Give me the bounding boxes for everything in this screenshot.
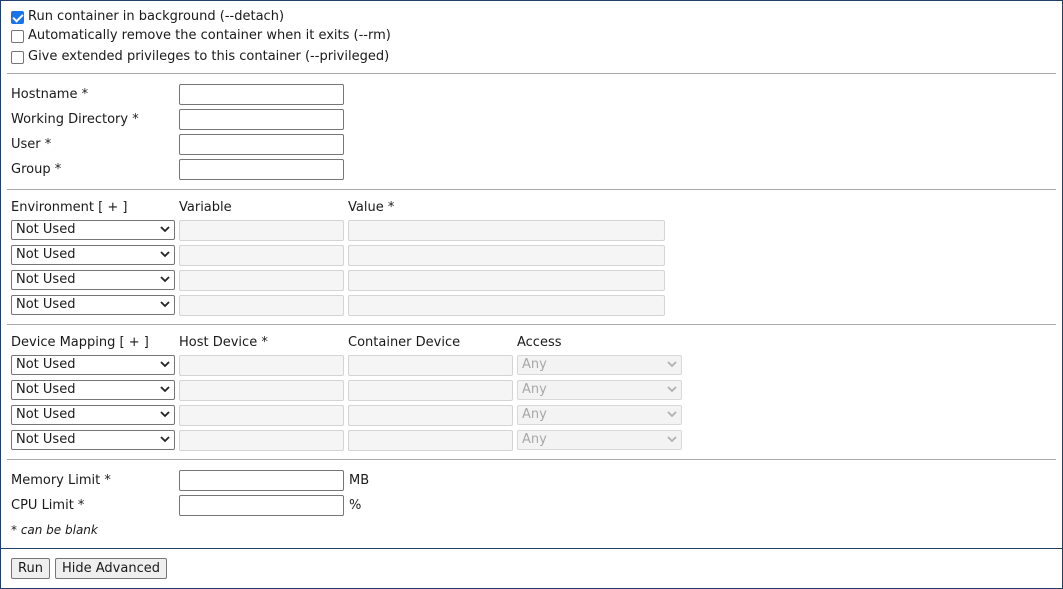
device-mode-value: Not Used: [16, 382, 76, 397]
container-device-input[interactable]: [348, 380, 513, 401]
env-mode-select[interactable]: Not Used: [11, 270, 175, 290]
chevron-down-icon: [160, 436, 170, 443]
env-mode-select[interactable]: Not Used: [11, 220, 175, 240]
memory-limit-input[interactable]: [179, 470, 344, 491]
chevron-down-icon: [160, 226, 170, 233]
device-mode-value: Not Used: [16, 357, 76, 372]
variable-header: Variable: [179, 200, 232, 215]
advanced-options-panel: Run container in background (--detach) A…: [0, 0, 1063, 589]
env-mode-value: Not Used: [16, 247, 76, 262]
env-variable-input[interactable]: [179, 270, 344, 291]
chevron-down-icon: [667, 436, 677, 443]
device-mode-select[interactable]: Not Used: [11, 355, 175, 375]
env-mode-select[interactable]: Not Used: [11, 295, 175, 315]
user-label: User *: [11, 137, 52, 152]
container-device-header: Container Device: [348, 335, 461, 350]
env-variable-input[interactable]: [179, 220, 344, 241]
device-mode-value: Not Used: [16, 432, 76, 447]
env-mode-value: Not Used: [16, 297, 76, 312]
device-mode-value: Not Used: [16, 407, 76, 422]
memory-unit: MB: [349, 473, 370, 488]
env-value-input[interactable]: [348, 270, 665, 291]
hostname-label: Hostname *: [11, 87, 89, 102]
rm-label[interactable]: Automatically remove the container when …: [28, 28, 391, 44]
access-value: Any: [522, 407, 547, 422]
env-mode-value: Not Used: [16, 222, 76, 237]
host-device-input[interactable]: [179, 380, 344, 401]
detach-label[interactable]: Run container in background (--detach): [28, 9, 284, 25]
privileged-checkbox[interactable]: [11, 51, 24, 64]
host-device-header: Host Device *: [179, 335, 268, 350]
env-value-input[interactable]: [348, 220, 665, 241]
env-variable-input[interactable]: [179, 295, 344, 316]
env-mode-value: Not Used: [16, 272, 76, 287]
detach-checkbox[interactable]: [11, 11, 24, 24]
host-device-input[interactable]: [179, 405, 344, 426]
access-value: Any: [522, 382, 547, 397]
access-header: Access: [517, 335, 562, 350]
divider: [7, 73, 1056, 74]
chevron-down-icon: [160, 301, 170, 308]
host-device-input[interactable]: [179, 430, 344, 451]
group-label: Group *: [11, 162, 62, 177]
value-header: Value *: [348, 200, 395, 215]
chevron-down-icon: [667, 411, 677, 418]
hostname-input[interactable]: [179, 84, 344, 105]
device-mode-select[interactable]: Not Used: [11, 405, 175, 425]
access-value: Any: [522, 357, 547, 372]
chevron-down-icon: [160, 411, 170, 418]
workdir-label: Working Directory *: [11, 112, 139, 127]
hide-advanced-button[interactable]: Hide Advanced: [55, 558, 167, 579]
container-device-input[interactable]: [348, 355, 513, 376]
environment-header[interactable]: Environment [ + ]: [11, 200, 127, 216]
cpu-limit-input[interactable]: [179, 495, 344, 516]
rm-checkbox[interactable]: [11, 30, 24, 43]
chevron-down-icon: [160, 361, 170, 368]
chevron-down-icon: [160, 251, 170, 258]
device-mapping-header[interactable]: Device Mapping [ + ]: [11, 335, 149, 351]
group-input[interactable]: [179, 159, 344, 180]
container-device-input[interactable]: [348, 430, 513, 451]
run-button[interactable]: Run: [11, 558, 50, 579]
workdir-input[interactable]: [179, 109, 344, 130]
cpu-limit-label: CPU Limit *: [11, 498, 85, 513]
access-value: Any: [522, 432, 547, 447]
access-select[interactable]: Any: [517, 430, 682, 450]
access-select[interactable]: Any: [517, 380, 682, 400]
env-value-input[interactable]: [348, 245, 665, 266]
divider: [7, 189, 1056, 190]
env-value-input[interactable]: [348, 295, 665, 316]
chevron-down-icon: [667, 386, 677, 393]
footer-divider: [1, 548, 1062, 549]
chevron-down-icon: [667, 361, 677, 368]
memory-limit-label: Memory Limit *: [11, 473, 111, 488]
chevron-down-icon: [160, 276, 170, 283]
privileged-label[interactable]: Give extended privileges to this contain…: [28, 49, 389, 65]
chevron-down-icon: [160, 386, 170, 393]
device-mode-select[interactable]: Not Used: [11, 430, 175, 450]
device-mode-select[interactable]: Not Used: [11, 380, 175, 400]
env-variable-input[interactable]: [179, 245, 344, 266]
divider: [7, 324, 1056, 325]
env-mode-select[interactable]: Not Used: [11, 245, 175, 265]
access-select[interactable]: Any: [517, 355, 682, 375]
container-device-input[interactable]: [348, 405, 513, 426]
access-select[interactable]: Any: [517, 405, 682, 425]
blank-footnote: * can be blank: [11, 523, 98, 537]
user-input[interactable]: [179, 134, 344, 155]
divider: [7, 459, 1056, 460]
cpu-unit: %: [349, 498, 362, 513]
host-device-input[interactable]: [179, 355, 344, 376]
